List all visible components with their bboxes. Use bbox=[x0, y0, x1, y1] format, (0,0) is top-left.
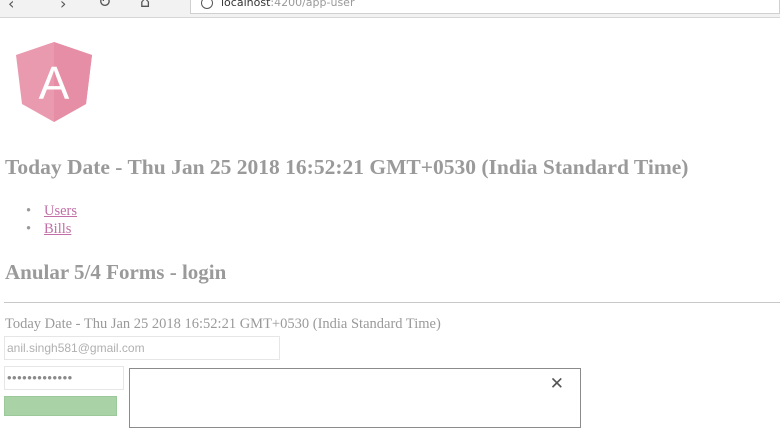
nav-link-users[interactable]: Users bbox=[44, 203, 77, 219]
address-host: localhost bbox=[221, 0, 271, 9]
login-button[interactable] bbox=[4, 396, 117, 416]
address-url: localhost:4200/app-user bbox=[221, 0, 354, 9]
close-icon[interactable]: ✕ bbox=[550, 375, 564, 393]
info-icon[interactable] bbox=[201, 0, 213, 9]
password-field[interactable]: ••••••••••••• bbox=[4, 366, 124, 390]
form-date-line: Today Date - Thu Jan 25 2018 16:52:21 GM… bbox=[5, 316, 441, 332]
nav-link-bills[interactable]: Bills bbox=[44, 221, 71, 237]
date-heading: Today Date - Thu Jan 25 2018 16:52:21 GM… bbox=[5, 155, 689, 179]
home-icon[interactable]: ⌂ bbox=[140, 0, 150, 11]
logo-letter: A bbox=[39, 57, 70, 109]
address-bar[interactable]: localhost:4200/app-user bbox=[190, 0, 780, 14]
nav-item-users: Users bbox=[26, 202, 77, 220]
browser-toolbar: ‹ › ↻ ⌂ localhost:4200/app-user bbox=[0, 0, 780, 18]
back-icon[interactable]: ‹ bbox=[8, 0, 14, 13]
separator bbox=[4, 302, 780, 303]
refresh-icon[interactable]: ↻ bbox=[98, 0, 111, 11]
nav-item-bills: Bills bbox=[26, 220, 77, 238]
form-heading: Anular 5/4 Forms - login bbox=[5, 260, 227, 284]
nav-list: Users Bills bbox=[26, 202, 77, 238]
angular-logo-icon: A bbox=[16, 42, 92, 122]
address-path: :4200/app-user bbox=[270, 0, 355, 9]
modal-dialog: ✕ bbox=[129, 368, 581, 428]
email-field[interactable]: anil.singh581@gmail.com bbox=[4, 336, 280, 360]
forward-icon[interactable]: › bbox=[60, 0, 66, 13]
